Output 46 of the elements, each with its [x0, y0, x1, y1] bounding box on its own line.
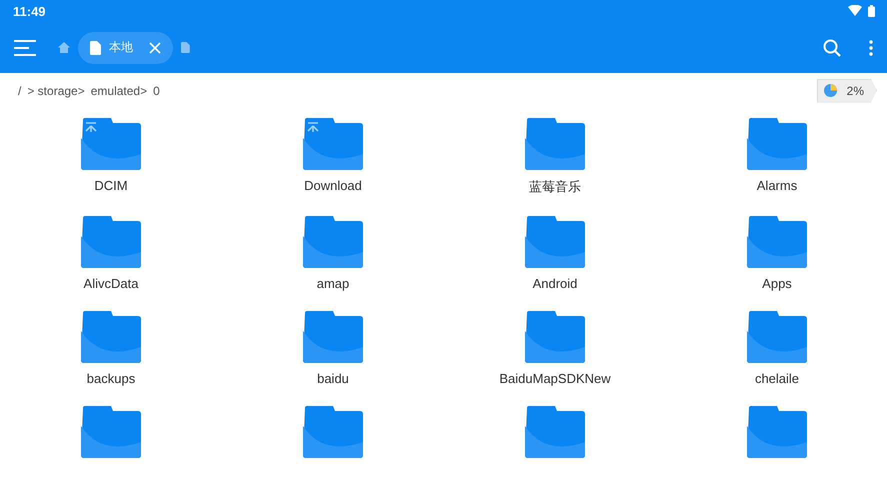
folder-icon[interactable]: [747, 311, 807, 363]
folder-name: BaiduMapSDKNew: [499, 371, 611, 386]
folder-name: backups: [86, 371, 136, 386]
breadcrumb-item[interactable]: > storage>: [27, 84, 85, 98]
folder-name: 蓝莓音乐: [529, 178, 581, 196]
folder-name: amap: [316, 276, 350, 291]
battery-icon: [868, 5, 875, 17]
folder-name: chelaile: [754, 371, 800, 386]
menu-icon[interactable]: [14, 40, 36, 56]
folder-icon[interactable]: [525, 216, 585, 268]
folder-name: baidu: [317, 371, 349, 386]
folder-icon[interactable]: [525, 311, 585, 363]
tab-label: 本地: [109, 39, 134, 56]
breadcrumb-item[interactable]: /: [18, 84, 22, 98]
status-time: 11:49: [13, 4, 46, 18]
folder-name: Android: [532, 276, 578, 291]
folder-icon[interactable]: [81, 118, 141, 170]
folder-icon[interactable]: [747, 406, 807, 458]
folder-icon[interactable]: [525, 118, 585, 170]
folder-icon[interactable]: [303, 311, 363, 363]
storage-badge[interactable]: 2%: [816, 78, 877, 102]
folder-name: AlivcData: [84, 276, 138, 291]
wifi-icon: [848, 5, 862, 16]
folder-name: DCIM: [94, 178, 128, 193]
folder-icon[interactable]: [747, 216, 807, 268]
folder-icon[interactable]: [303, 118, 363, 170]
folder-name: Apps: [762, 276, 792, 291]
search-icon[interactable]: [823, 38, 841, 56]
breadcrumb-item[interactable]: 0: [153, 84, 160, 98]
folder-icon[interactable]: [81, 216, 141, 268]
home-icon: [58, 42, 70, 53]
more-icon[interactable]: [869, 40, 873, 56]
document-icon: [90, 40, 102, 54]
folder-icon[interactable]: [303, 216, 363, 268]
folder-icon[interactable]: [747, 118, 807, 170]
close-icon[interactable]: [149, 42, 162, 54]
pie-icon: [824, 84, 837, 97]
folder-name: Alarms: [756, 178, 798, 193]
document-icon: [181, 42, 190, 53]
folder-icon[interactable]: [303, 406, 363, 458]
folder-icon[interactable]: [81, 311, 141, 363]
storage-percent: 2%: [846, 84, 864, 98]
folder-icon[interactable]: [81, 406, 141, 458]
folder-icon[interactable]: [525, 406, 585, 458]
breadcrumb-item[interactable]: emulated>: [90, 84, 148, 98]
folder-name: Download: [304, 178, 362, 193]
